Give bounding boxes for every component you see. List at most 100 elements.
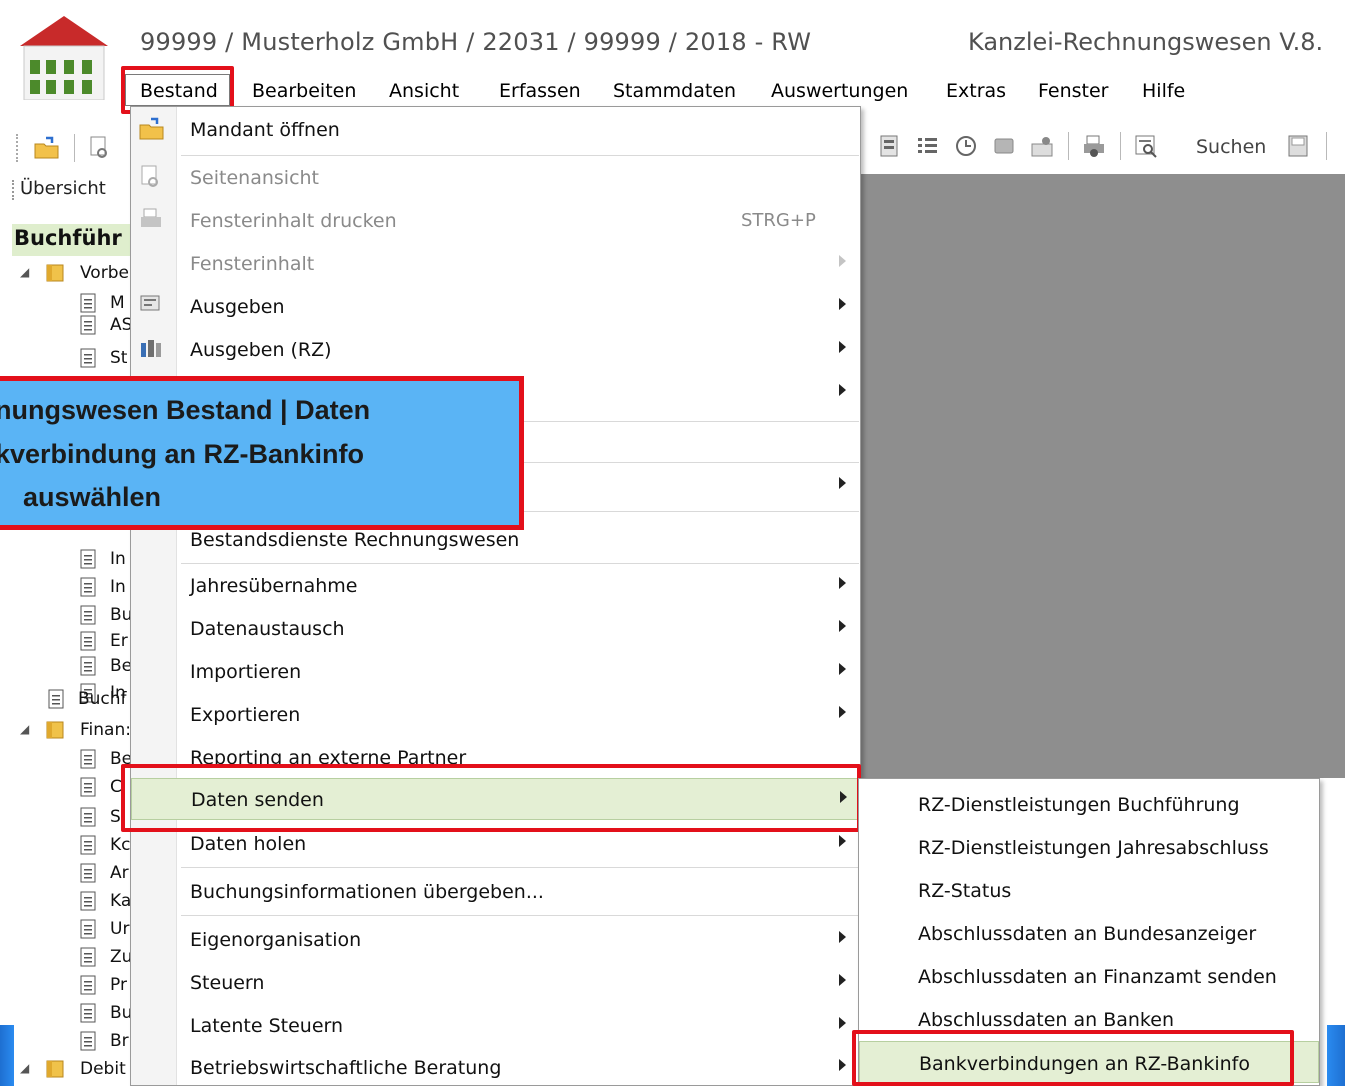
output-icon: [139, 294, 163, 320]
tree-folder[interactable]: ◢ Vorbe: [20, 262, 135, 286]
submenu-arrow-icon: [839, 477, 846, 489]
callout-line-2: kverbindung an RZ-Bankinfo: [0, 439, 365, 469]
tree-item-label: Ka: [110, 891, 132, 911]
document-icon: [80, 549, 96, 572]
expand-arrow-icon[interactable]: ◢: [20, 722, 32, 736]
tree-item-label: In: [110, 577, 126, 597]
expand-arrow-icon[interactable]: ◢: [20, 1061, 32, 1075]
document-icon: [48, 689, 64, 712]
folder-icon: [46, 263, 64, 286]
document-icon: [80, 631, 96, 654]
tree-item[interactable]: In: [78, 548, 134, 572]
menu-item-buchungsinformationen[interactable]: Buchungsinformationen übergeben...: [131, 871, 860, 913]
folder-icon: [46, 720, 64, 743]
submenu-arrow-icon: [839, 298, 846, 310]
submenu-item-rz-status[interactable]: RZ-Status: [859, 869, 1319, 911]
submenu-arrow-icon: [839, 384, 846, 396]
tree-item[interactable]: Bu: [78, 604, 134, 628]
menu-item-ausgeben[interactable]: Ausgeben: [131, 286, 860, 328]
document-icon: [80, 975, 96, 998]
toolbar-separator: [74, 134, 75, 162]
toolbar-left: [14, 126, 132, 166]
submenu-item-rz-jahresabschluss[interactable]: RZ-Dienstleistungen Jahresabschluss: [859, 826, 1319, 868]
tree-item[interactable]: Pr: [78, 974, 134, 998]
menu-item-datenaustausch[interactable]: Datenaustausch: [131, 608, 860, 650]
menu-item-latente-steuern[interactable]: Latente Steuern: [131, 1005, 860, 1047]
menu-ansicht[interactable]: Ansicht: [389, 80, 459, 102]
open-folder-icon[interactable]: [34, 136, 59, 160]
document-icon: [80, 919, 96, 942]
menu-item-ausgeben-rz[interactable]: Ausgeben (RZ): [131, 329, 860, 371]
save-icon[interactable]: [1286, 134, 1310, 158]
search-label[interactable]: Suchen: [1196, 136, 1266, 158]
menu-bar: Bestand Bearbeiten Ansicht Erfassen Stam…: [120, 74, 1345, 106]
tree-item[interactable]: Er: [78, 630, 134, 654]
window-title-app: Kanzlei-Rechnungswesen V.8.: [968, 28, 1324, 56]
menu-stammdaten[interactable]: Stammdaten: [613, 80, 736, 102]
menu-bearbeiten[interactable]: Bearbeiten: [252, 80, 356, 102]
tree-item[interactable]: Br: [78, 1030, 134, 1054]
tree-item-label: Vorbe: [80, 263, 129, 283]
menu-item-betriebswirtschaftliche-beratung[interactable]: Betriebswirtschaftliche Beratung: [131, 1047, 860, 1086]
callout-line-3: auswählen: [23, 482, 162, 512]
submenu-item-bundesanzeiger[interactable]: Abschlussdaten an Bundesanzeiger: [859, 912, 1319, 954]
window-icon[interactable]: [992, 134, 1016, 158]
document-icon: [80, 835, 96, 858]
menu-item-steuern[interactable]: Steuern: [131, 962, 860, 1004]
document-icon: [80, 1031, 96, 1054]
menu-item-eigenorganisation[interactable]: Eigenorganisation: [131, 919, 860, 961]
tree-item[interactable]: AS: [78, 314, 134, 338]
submenu-arrow-icon: [839, 663, 846, 675]
menu-item-seitenansicht[interactable]: Seitenansicht: [131, 157, 860, 199]
menu-auswertungen[interactable]: Auswertungen: [771, 80, 908, 102]
tab-overview[interactable]: Übersicht: [12, 178, 106, 200]
tree-item[interactable]: Be: [78, 655, 134, 679]
menu-item-mandant-oeffnen[interactable]: Mandant öffnen: [131, 109, 860, 151]
search-icon[interactable]: [1134, 134, 1158, 158]
bestand-dropdown-menu: Mandant öffnen Seitenansicht Fensterinha…: [130, 106, 861, 1086]
tree-item[interactable]: Zu: [78, 946, 134, 970]
folder-icon: [46, 1059, 64, 1082]
tree-item[interactable]: M: [78, 292, 134, 316]
tree-item[interactable]: Buchf: [46, 688, 134, 712]
submenu-item-rz-buchfuehrung[interactable]: RZ-Dienstleistungen Buchführung: [859, 783, 1319, 825]
tree-item[interactable]: Bu: [78, 1002, 134, 1026]
menu-item-importieren[interactable]: Importieren: [131, 651, 860, 693]
tree-folder[interactable]: ◢ Debit: [20, 1058, 135, 1082]
report-icon[interactable]: [878, 134, 902, 158]
menu-fenster[interactable]: Fenster: [1038, 80, 1108, 102]
menu-item-fensterinhalt-drucken[interactable]: Fensterinhalt drucken STRG+P: [131, 200, 860, 242]
menu-extras[interactable]: Extras: [946, 80, 1006, 102]
tree-item-label: In: [110, 549, 126, 569]
tree-item-label: Ur: [110, 919, 130, 939]
document-icon: [80, 947, 96, 970]
tree-item[interactable]: St: [78, 347, 134, 371]
tree-item-label: Debit: [80, 1059, 126, 1079]
app-logo-icon: [20, 16, 108, 101]
user-list-icon[interactable]: [1030, 134, 1054, 158]
tree-item-label: Buchf: [78, 689, 127, 709]
tree-item[interactable]: Kc: [78, 834, 134, 858]
menu-hilfe[interactable]: Hilfe: [1142, 80, 1185, 102]
page-preview-icon[interactable]: [88, 136, 112, 160]
print-icon[interactable]: [1082, 134, 1106, 158]
menu-erfassen[interactable]: Erfassen: [499, 80, 581, 102]
tree-item[interactable]: Ka: [78, 890, 134, 914]
tree-folder[interactable]: ◢ Finan:: [20, 719, 135, 743]
expand-arrow-icon[interactable]: ◢: [20, 265, 32, 279]
history-icon[interactable]: [954, 134, 978, 158]
list-icon[interactable]: [916, 134, 940, 158]
document-icon: [80, 293, 96, 316]
menu-item-jahresuebernahme[interactable]: Jahresübernahme: [131, 565, 860, 607]
document-icon: [80, 605, 96, 628]
menu-item-fensterinhalt[interactable]: Fensterinhalt: [131, 243, 860, 285]
submenu-arrow-icon: [839, 341, 846, 353]
tab-overview-label: Übersicht: [20, 178, 106, 199]
tree-item[interactable]: In: [78, 576, 134, 600]
submenu-arrow-icon: [839, 1059, 846, 1071]
menu-item-exportieren[interactable]: Exportieren: [131, 694, 860, 736]
tree-item[interactable]: Ar: [78, 862, 134, 886]
tree-item[interactable]: Ur: [78, 918, 134, 942]
shortcut-label: STRG+P: [741, 210, 816, 231]
submenu-item-finanzamt[interactable]: Abschlussdaten an Finanzamt senden: [859, 955, 1319, 997]
